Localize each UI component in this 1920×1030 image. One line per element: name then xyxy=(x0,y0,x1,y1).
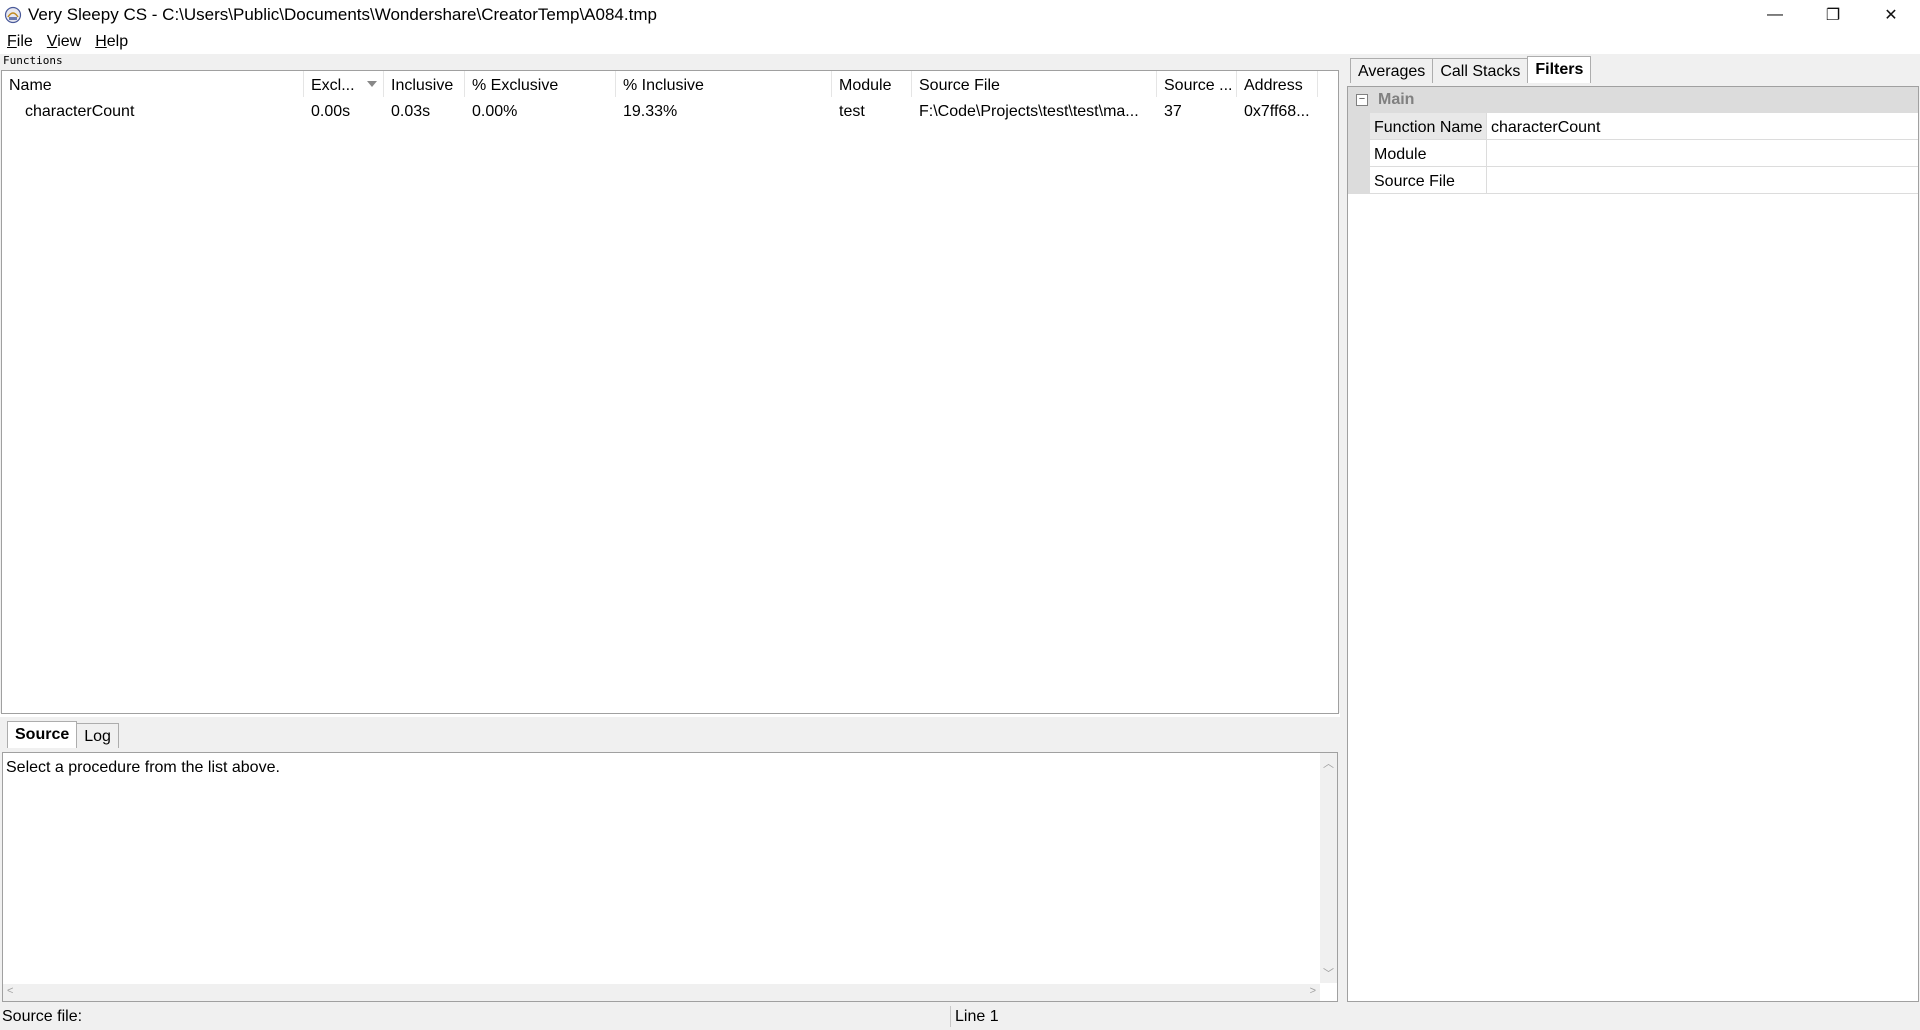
cell-exclusive: 0.00s xyxy=(311,103,351,120)
scroll-down-icon[interactable]: ﹀ xyxy=(1323,965,1334,981)
scroll-right-icon[interactable]: > xyxy=(1310,985,1316,997)
menu-bar: File View Help xyxy=(0,30,1920,54)
column-header-module[interactable]: Module xyxy=(832,71,912,97)
status-bar: Source file: Line 1 xyxy=(0,1003,1920,1030)
property-label: Function Name xyxy=(1370,113,1487,140)
property-margin xyxy=(1348,167,1370,194)
status-source-file: Source file: xyxy=(2,1008,83,1025)
right-tabs: Averages Call Stacks Filters xyxy=(1350,56,1592,84)
sort-descending-icon xyxy=(367,81,377,87)
column-header-source-line[interactable]: Source ... xyxy=(1157,71,1237,97)
collapse-icon[interactable]: − xyxy=(1356,94,1368,106)
tab-call-stacks[interactable]: Call Stacks xyxy=(1432,58,1529,83)
cell-address: 0x7ff68... xyxy=(1244,103,1310,120)
cell-name: characterCount xyxy=(25,103,135,120)
table-row[interactable]: characterCount 0.00s 0.03s 0.00% 19.33% … xyxy=(2,99,1318,121)
module-field[interactable] xyxy=(1487,140,1918,167)
window-title: Very Sleepy CS - C:\Users\Public\Documen… xyxy=(28,5,657,24)
column-header-source-file[interactable]: Source File xyxy=(912,71,1157,97)
minimize-button[interactable]: — xyxy=(1746,0,1804,30)
cell-source-file: F:\Code\Projects\test\test\ma... xyxy=(919,103,1139,120)
column-header-exclusive[interactable]: Excl... xyxy=(304,71,384,97)
category-main[interactable]: − Main xyxy=(1348,87,1918,113)
cell-pct-exclusive: 0.00% xyxy=(472,103,518,120)
window-controls: — ❐ ✕ xyxy=(1746,0,1920,30)
property-label: Module xyxy=(1370,140,1487,167)
tab-log[interactable]: Log xyxy=(76,723,119,748)
cell-module: test xyxy=(839,103,865,120)
functions-list[interactable]: Name Excl... Inclusive % Exclusive % Inc… xyxy=(1,70,1339,714)
cell-inclusive: 0.03s xyxy=(391,103,431,120)
status-line: Line 1 xyxy=(955,1008,999,1025)
tab-filters[interactable]: Filters xyxy=(1527,56,1592,83)
column-header-name[interactable]: Name xyxy=(2,71,304,97)
property-module[interactable]: Module xyxy=(1348,140,1918,167)
filters-panel: Averages Call Stacks Filters − Main Func… xyxy=(1345,54,1920,1003)
column-header-pct-inclusive[interactable]: % Inclusive xyxy=(616,71,832,97)
column-header-address[interactable]: Address xyxy=(1237,71,1318,97)
property-margin xyxy=(1348,113,1370,140)
horizontal-scrollbar[interactable]: < > xyxy=(3,984,1320,1001)
vertical-scrollbar[interactable]: ︿ ﹀ xyxy=(1320,753,1337,983)
column-header-inclusive[interactable]: Inclusive xyxy=(384,71,465,97)
functions-caption: Functions xyxy=(3,54,63,67)
source-message: Select a procedure from the list above. xyxy=(6,759,280,776)
functions-panel: Functions Name Excl... Inclusive % Exclu… xyxy=(0,54,1340,714)
menu-view[interactable]: View xyxy=(40,33,88,51)
property-label: Source File xyxy=(1370,167,1487,194)
list-header: Name Excl... Inclusive % Exclusive % Inc… xyxy=(2,71,1318,97)
scroll-up-icon[interactable]: ︿ xyxy=(1323,755,1334,771)
property-margin xyxy=(1348,140,1370,167)
tab-source[interactable]: Source xyxy=(7,721,78,748)
cell-pct-inclusive: 19.33% xyxy=(623,103,678,120)
status-separator xyxy=(950,1006,951,1027)
title-bar: Very Sleepy CS - C:\Users\Public\Documen… xyxy=(0,0,1920,30)
property-function-name[interactable]: Function Name characterCount xyxy=(1348,113,1918,140)
source-view[interactable]: Select a procedure from the list above. … xyxy=(2,752,1338,1002)
property-source-file[interactable]: Source File xyxy=(1348,167,1918,194)
menu-help[interactable]: Help xyxy=(88,33,135,51)
column-header-pct-exclusive[interactable]: % Exclusive xyxy=(465,71,616,97)
app-icon xyxy=(4,6,22,24)
source-tabs: Source Log xyxy=(7,721,119,749)
close-button[interactable]: ✕ xyxy=(1862,0,1920,30)
function-name-field[interactable]: characterCount xyxy=(1487,113,1918,140)
property-grid[interactable]: − Main Function Name characterCount Modu… xyxy=(1347,86,1919,1002)
source-panel: Source Log Select a procedure from the l… xyxy=(0,717,1340,1003)
category-label: Main xyxy=(1378,91,1415,108)
maximize-button[interactable]: ❐ xyxy=(1804,0,1862,30)
scroll-left-icon[interactable]: < xyxy=(7,985,13,997)
source-file-field[interactable] xyxy=(1487,167,1918,194)
menu-file[interactable]: File xyxy=(0,33,40,51)
tab-averages[interactable]: Averages xyxy=(1350,58,1434,83)
cell-source-line: 37 xyxy=(1164,103,1182,120)
